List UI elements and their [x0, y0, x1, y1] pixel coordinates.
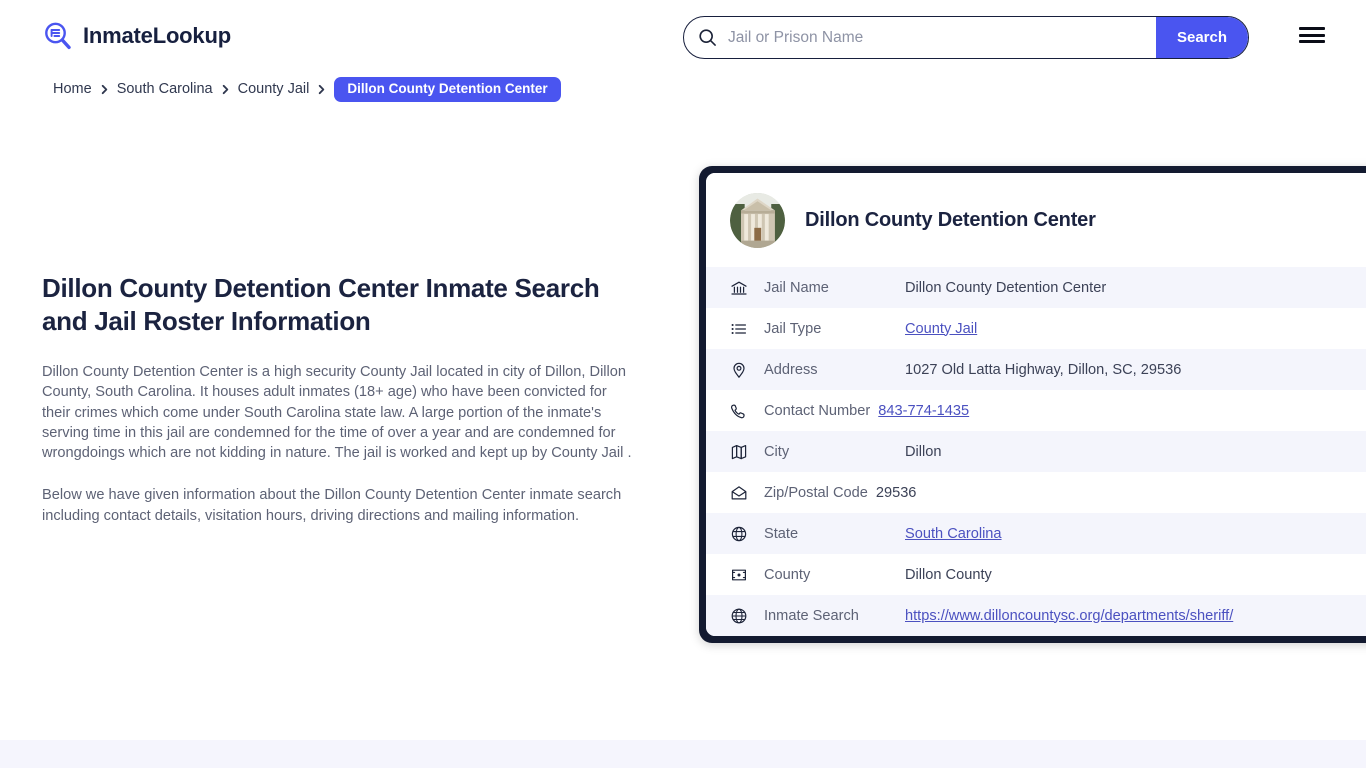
info-row-label: County: [764, 566, 811, 583]
list-icon: [731, 323, 747, 334]
globe-icon: [731, 526, 747, 541]
page-title: Dillon County Detention Center Inmate Se…: [42, 273, 600, 336]
info-row-label: State: [764, 525, 799, 542]
jail-info-card: Dillon County Detention Center Jail Name…: [699, 166, 1366, 643]
info-row-value: Dillon County: [905, 566, 992, 583]
map-icon: [731, 444, 747, 459]
info-row-value: Dillon: [905, 443, 942, 460]
info-row: State South Carolina: [706, 513, 1366, 554]
jail-info-card-header: Dillon County Detention Center: [706, 173, 1366, 267]
breadcrumb-chevron-icon: [222, 84, 228, 94]
info-row: Inmate Search https://www.dilloncountysc.…: [706, 595, 1366, 636]
jail-info-card-title: Dillon County Detention Center: [805, 209, 1096, 231]
info-row-value: 1027 Old Latta Highway, Dillon, SC, 2953…: [905, 361, 1182, 378]
info-row-label: Address: [764, 361, 818, 378]
site-header: InmateLookup Search: [0, 0, 1366, 74]
jail-info-card-inner: Dillon County Detention Center Jail Name…: [706, 173, 1366, 636]
brand-logo-link[interactable]: InmateLookup: [42, 20, 231, 52]
search-input[interactable]: [717, 17, 1156, 58]
search-icon: [698, 28, 717, 47]
breadcrumb-link[interactable]: Home: [53, 81, 92, 97]
info-row: Zip/Postal Code 29536: [706, 472, 1366, 513]
breadcrumb-chevron-icon: [101, 84, 107, 94]
breadcrumb-chevron-icon: [319, 84, 325, 94]
article-column: Dillon County Detention Center Inmate Se…: [42, 272, 642, 526]
footer-band: [0, 740, 1366, 768]
info-row-value: Dillon County Detention Center: [905, 279, 1107, 296]
info-row: County Dillon County: [706, 554, 1366, 595]
breadcrumb-link[interactable]: South Carolina: [117, 81, 213, 97]
info-row-value: 29536: [875, 484, 917, 501]
map-pin-icon: [733, 362, 745, 378]
info-row-value[interactable]: 843-774-1435: [878, 403, 969, 419]
hamburger-bar: [1299, 40, 1325, 43]
breadcrumb-current: Dillon County Detention Center: [334, 77, 561, 102]
info-row-label: City: [764, 443, 790, 460]
breadcrumb-link[interactable]: County Jail: [238, 81, 310, 97]
jail-info-rows: Jail Name Dillon County Detention Center J…: [706, 267, 1366, 636]
envelope-icon: [731, 485, 747, 499]
info-row: Contact Number 843-774-1435: [706, 390, 1366, 431]
search-bar[interactable]: Search: [683, 16, 1249, 59]
breadcrumb: Home South Carolina County Jail Dillon Coun…: [53, 77, 561, 102]
web-globe-icon: [731, 608, 747, 623]
search-button[interactable]: Search: [1156, 17, 1248, 58]
bank-icon: [731, 281, 747, 295]
info-row-label: Jail Type: [764, 320, 822, 337]
courthouse-photo: [730, 193, 785, 248]
info-row-label: Zip/Postal Code: [764, 484, 868, 501]
intro-paragraph-1: Dillon County Detention Center is a high…: [42, 364, 632, 462]
brand-name: InmateLookup: [83, 23, 231, 48]
info-row: City Dillon: [706, 431, 1366, 472]
info-row: Jail Type County Jail: [706, 308, 1366, 349]
info-row-value[interactable]: https://www.dilloncountysc.org/departmen…: [905, 608, 1233, 624]
county-pin-icon: [732, 569, 746, 580]
hamburger-menu-icon[interactable]: [1299, 25, 1325, 45]
info-row-value[interactable]: South Carolina: [905, 526, 1002, 542]
magnifier-list-icon: [42, 20, 74, 52]
info-row-label: Inmate Search: [764, 607, 859, 624]
info-row: Jail Name Dillon County Detention Center: [706, 267, 1366, 308]
hamburger-bar: [1299, 33, 1325, 37]
info-row-label: Contact Number: [764, 402, 871, 419]
info-row-value[interactable]: County Jail: [905, 321, 977, 337]
intro-paragraph-2: Below we have given information about th…: [42, 487, 622, 524]
hamburger-bar: [1299, 27, 1325, 30]
info-row-label: Jail Name: [764, 279, 829, 296]
info-row: Address 1027 Old Latta Highway, Dillon, S…: [706, 349, 1366, 390]
phone-icon: [730, 404, 745, 418]
